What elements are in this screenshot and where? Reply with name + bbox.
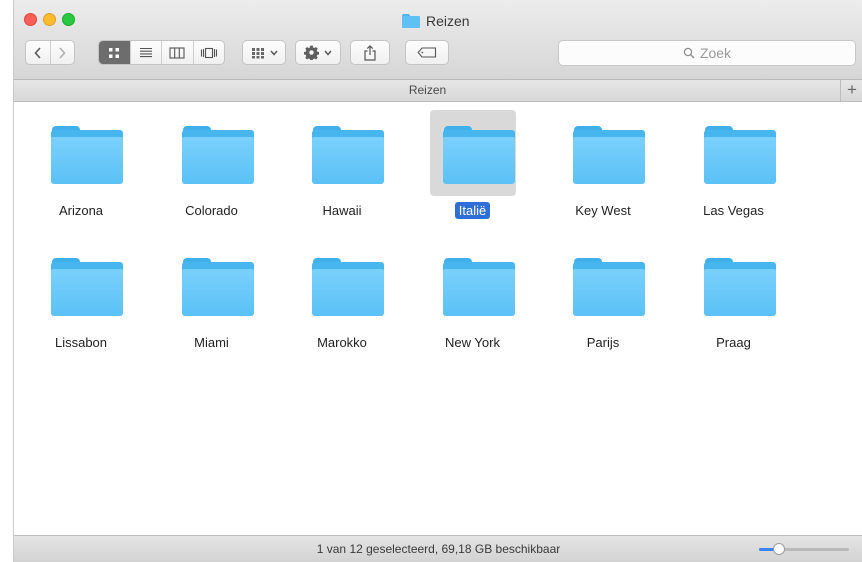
- tags-button[interactable]: [405, 40, 449, 65]
- new-tab-button[interactable]: +: [840, 80, 862, 101]
- coverflow-icon: [200, 47, 217, 58]
- icon-grid: Arizona Colorado Hawaii Italië Key West Las V…: [14, 102, 862, 535]
- folder-icon: [51, 258, 123, 316]
- folder-label[interactable]: Key West: [538, 203, 668, 218]
- columns-icon: [169, 46, 185, 59]
- tab-bar: Reizen +: [14, 80, 862, 102]
- folder-icon: [703, 126, 776, 184]
- folder-label[interactable]: Praag: [669, 335, 799, 350]
- minimize-window-button[interactable]: [43, 13, 56, 26]
- folder-label[interactable]: Colorado: [147, 203, 277, 218]
- list-view-button[interactable]: [131, 41, 162, 64]
- folder-label[interactable]: Las Vegas: [669, 203, 799, 218]
- folder-item[interactable]: Las Vegas: [669, 105, 799, 225]
- folder-thumbnail[interactable]: [169, 242, 255, 328]
- search-field[interactable]: Zoek: [558, 40, 856, 66]
- search-icon: [683, 47, 695, 59]
- folder-icon: [51, 126, 123, 184]
- finder-window: Reizen Zoek Reizen + Arizona Colorado Ha…: [13, 0, 862, 562]
- folder-thumbnail[interactable]: [299, 110, 385, 196]
- folder-icon: [573, 258, 645, 316]
- folder-label[interactable]: Parijs: [538, 335, 668, 350]
- folder-thumbnail[interactable]: [430, 242, 516, 328]
- gear-icon: [304, 45, 319, 60]
- icon-size-slider[interactable]: [759, 543, 849, 555]
- status-bar: 1 van 12 geselecteerd, 69,18 GB beschikb…: [14, 535, 862, 562]
- icon-view-button[interactable]: [99, 41, 131, 64]
- chevron-left-icon: [34, 46, 41, 59]
- chevron-right-icon: [59, 46, 66, 59]
- folder-icon: [573, 126, 645, 184]
- arrange-button[interactable]: [242, 40, 286, 65]
- folder-label[interactable]: Hawaii: [277, 203, 407, 218]
- list-icon: [139, 47, 152, 58]
- folder-thumbnail[interactable]: [691, 110, 777, 196]
- folder-thumbnail[interactable]: [560, 110, 646, 196]
- action-button[interactable]: [295, 40, 341, 65]
- folder-icon: [442, 258, 515, 316]
- close-window-button[interactable]: [24, 13, 37, 26]
- chevron-down-icon: [324, 50, 332, 56]
- folder-item[interactable]: Hawaii: [277, 105, 407, 225]
- folder-label[interactable]: New York: [408, 335, 538, 350]
- folder-icon: [703, 258, 776, 316]
- folder-item[interactable]: Italië: [408, 105, 538, 225]
- folder-icon: [442, 126, 515, 184]
- column-view-button[interactable]: [162, 41, 194, 64]
- folder-icon: [312, 126, 384, 184]
- window-title: Reizen: [402, 11, 470, 31]
- folder-item[interactable]: Praag: [669, 237, 799, 357]
- share-button[interactable]: [350, 40, 390, 65]
- forward-button[interactable]: [51, 41, 75, 64]
- folder-thumbnail[interactable]: [299, 242, 385, 328]
- folder-item[interactable]: Parijs: [538, 237, 668, 357]
- chevron-down-icon: [269, 50, 278, 56]
- folder-label[interactable]: Miami: [147, 335, 277, 350]
- status-text: 1 van 12 geselecteerd, 69,18 GB beschikb…: [316, 542, 561, 556]
- folder-label[interactable]: Italië: [408, 202, 538, 219]
- folder-label[interactable]: Arizona: [16, 203, 146, 218]
- folder-icon: [181, 126, 254, 184]
- folder-item[interactable]: New York: [408, 237, 538, 357]
- share-icon: [364, 44, 376, 61]
- folder-label[interactable]: Lissabon: [16, 335, 146, 350]
- navigation-buttons: [25, 40, 75, 65]
- folder-icon: [312, 258, 384, 316]
- view-mode-control: [98, 40, 225, 65]
- zoom-window-button[interactable]: [62, 13, 75, 26]
- folder-thumbnail[interactable]: [560, 242, 646, 328]
- window-title-text: Reizen: [426, 13, 470, 29]
- cover-flow-view-button[interactable]: [194, 41, 225, 64]
- folder-item[interactable]: Key West: [538, 105, 668, 225]
- folder-thumbnail[interactable]: [38, 110, 124, 196]
- folder-icon: [181, 258, 254, 316]
- folder-thumbnail[interactable]: [38, 242, 124, 328]
- folder-label[interactable]: Marokko: [277, 335, 407, 350]
- folder-thumbnail[interactable]: [169, 110, 255, 196]
- arrange-icon: [251, 47, 264, 58]
- tag-icon: [417, 47, 437, 58]
- folder-thumbnail[interactable]: [691, 242, 777, 328]
- tab-title[interactable]: Reizen: [14, 83, 841, 97]
- icon-size-slider-knob[interactable]: [772, 543, 785, 555]
- folder-item[interactable]: Miami: [147, 237, 277, 357]
- search-placeholder: Zoek: [699, 45, 732, 61]
- folder-item[interactable]: Arizona: [16, 105, 146, 225]
- folder-thumbnail[interactable]: [429, 110, 516, 196]
- title-bar: Reizen Zoek: [14, 0, 862, 80]
- folder-icon: [402, 14, 420, 28]
- folder-item[interactable]: Lissabon: [16, 237, 146, 357]
- grid-icon: [109, 47, 120, 58]
- back-button[interactable]: [26, 41, 51, 64]
- folder-item[interactable]: Colorado: [147, 105, 277, 225]
- folder-item[interactable]: Marokko: [277, 237, 407, 357]
